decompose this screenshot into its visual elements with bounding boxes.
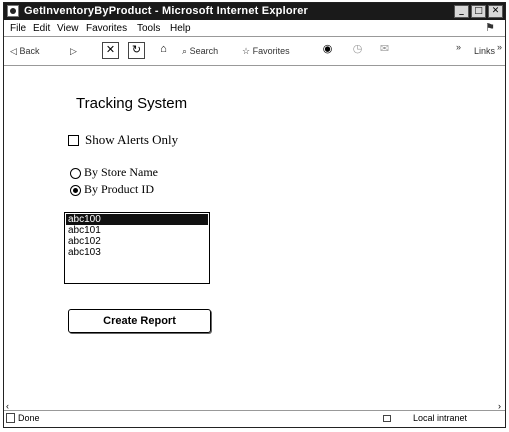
maximize-button[interactable]: □ xyxy=(471,5,486,18)
back-arrow-icon: ◁ xyxy=(10,46,17,56)
radio-by-product-id[interactable] xyxy=(70,185,81,196)
menu-favorites[interactable]: Favorites xyxy=(86,21,127,36)
page-heading: Tracking System xyxy=(76,95,188,112)
favorites-label: Favorites xyxy=(252,46,290,56)
minimize-button[interactable]: _ xyxy=(454,5,469,18)
create-report-button[interactable]: Create Report xyxy=(68,309,211,333)
intranet-zone-icon xyxy=(383,415,391,422)
radio-label-store-name: By Store Name xyxy=(84,165,158,179)
stop-icon[interactable]: ✕ xyxy=(102,42,119,59)
list-item[interactable]: abc100 xyxy=(66,214,208,225)
menu-edit[interactable]: Edit xyxy=(33,21,50,36)
forward-arrow-icon: ▷ xyxy=(70,46,77,56)
page-icon xyxy=(6,413,15,423)
history-icon[interactable]: ◷ xyxy=(349,42,366,59)
back-button[interactable]: ◁ Back xyxy=(10,44,39,58)
title-bar: GetInventoryByProduct - Microsoft Intern… xyxy=(4,3,505,20)
toolbar: ◁ Back ▷ ✕ ↻ ⌂ ⌕ Search ☆ Favorites ◉ ◷ … xyxy=(4,36,505,66)
windows-flag-icon: ⚑ xyxy=(485,22,495,34)
browser-window: GetInventoryByProduct - Microsoft Intern… xyxy=(3,2,506,428)
status-bar: Done Local intranet xyxy=(4,410,505,427)
list-item[interactable]: abc102 xyxy=(66,236,208,247)
menu-tools[interactable]: Tools xyxy=(137,21,160,36)
refresh-icon[interactable]: ↻ xyxy=(128,42,145,59)
search-label: Search xyxy=(189,46,219,56)
search-icon: ⌕ xyxy=(182,46,188,56)
menu-help[interactable]: Help xyxy=(170,21,191,36)
links-button[interactable]: Links xyxy=(474,44,495,58)
favorites-button[interactable]: ☆ Favorites xyxy=(242,44,290,58)
menu-view[interactable]: View xyxy=(57,21,79,36)
mail-icon[interactable]: ✉ xyxy=(376,42,393,59)
list-item[interactable]: abc103 xyxy=(66,247,208,258)
security-zone-label: Local intranet xyxy=(412,413,467,423)
list-item[interactable]: abc101 xyxy=(66,225,208,236)
links-chevron[interactable]: » xyxy=(497,40,502,54)
toolbar-chevron[interactable]: » xyxy=(456,40,461,54)
menu-bar: File Edit View Favorites Tools Help ⚑ xyxy=(4,21,505,36)
home-icon[interactable]: ⌂ xyxy=(155,42,172,59)
vertical-scrollbar[interactable] xyxy=(489,65,505,411)
radio-by-store-name[interactable] xyxy=(70,168,81,179)
show-alerts-checkbox[interactable] xyxy=(68,135,79,146)
search-button[interactable]: ⌕ Search xyxy=(182,44,218,58)
forward-button[interactable]: ▷ xyxy=(70,44,77,58)
page-content: Tracking System Show Alerts Only By Stor… xyxy=(4,65,505,411)
menu-file[interactable]: File xyxy=(10,21,26,36)
ie-app-icon xyxy=(7,5,19,17)
favorites-star-icon: ☆ xyxy=(242,46,251,56)
back-label: Back xyxy=(19,46,40,56)
product-listbox[interactable]: abc100 abc101 abc102 abc103 xyxy=(64,212,210,284)
show-alerts-label: Show Alerts Only xyxy=(85,132,179,147)
close-button[interactable]: ✕ xyxy=(488,5,503,18)
window-title: GetInventoryByProduct - Microsoft Intern… xyxy=(24,5,309,17)
status-text: Done xyxy=(18,413,40,423)
media-icon[interactable]: ◉ xyxy=(319,42,336,59)
radio-label-product-id: By Product ID xyxy=(84,182,154,196)
